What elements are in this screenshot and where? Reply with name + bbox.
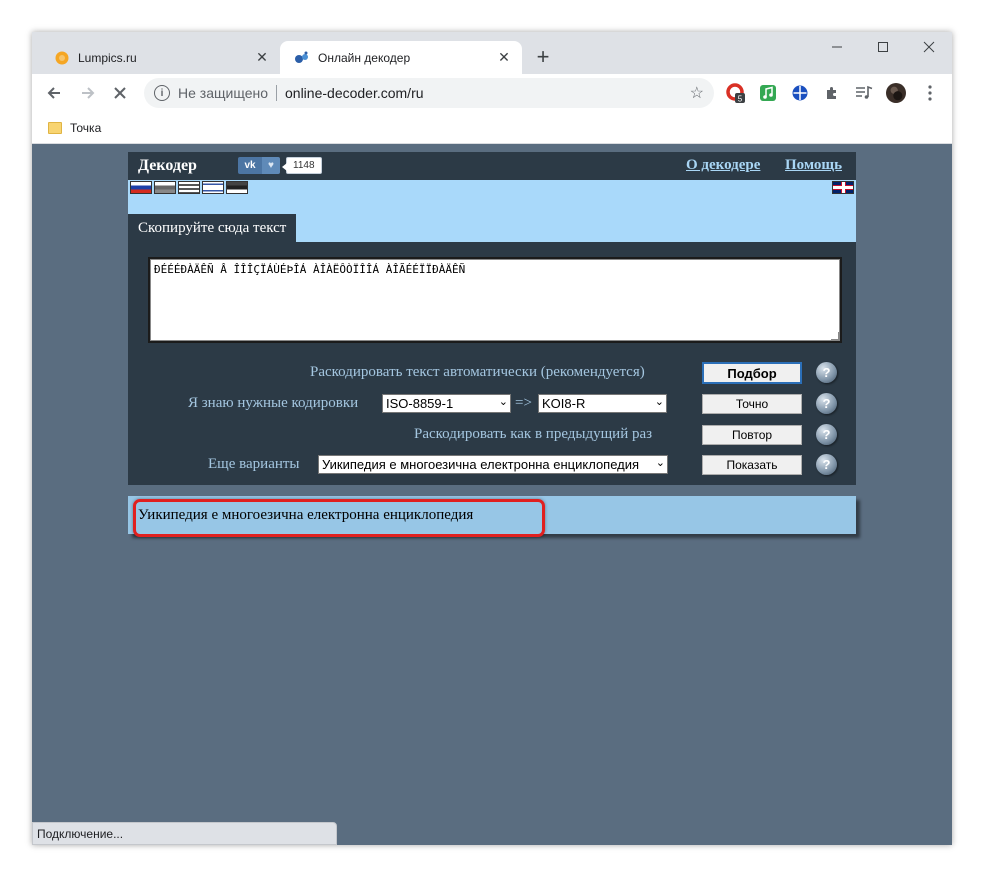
language-flags xyxy=(130,181,248,194)
help-icon[interactable]: ? xyxy=(816,393,837,414)
info-icon[interactable]: i xyxy=(154,85,170,101)
more-variants-row: Еще варианты Уикипедия е многоезична еле… xyxy=(128,453,856,477)
forward-button[interactable] xyxy=(76,81,100,105)
uk-flag-icon[interactable] xyxy=(832,181,854,194)
podbor-button[interactable]: Подбор xyxy=(702,362,802,384)
exact-button[interactable]: Точно xyxy=(702,394,802,414)
svg-text:5: 5 xyxy=(738,95,743,104)
security-label: Не защищено xyxy=(178,85,268,101)
variant-value: Уикипедия е многоезична електронна енцик… xyxy=(322,457,640,472)
repeat-button[interactable]: Повтор xyxy=(702,425,802,445)
help-icon[interactable]: ? xyxy=(816,454,837,475)
help-icon[interactable]: ? xyxy=(816,424,837,445)
url-text[interactable]: online-decoder.com/ru xyxy=(285,85,424,101)
israeli-flag-icon[interactable] xyxy=(202,181,224,194)
source-encoding-value: ISO-8859-1 xyxy=(386,396,454,411)
maximize-button[interactable] xyxy=(860,32,906,62)
target-encoding-select[interactable]: KOI8-R ⌄ xyxy=(538,394,667,413)
decoder-panel: Декодер vk ♥ 1148 О декодере Помощь Скоп… xyxy=(128,152,856,485)
folder-icon xyxy=(48,121,62,134)
media-playlist-icon[interactable] xyxy=(854,83,874,103)
tab-label: Lumpics.ru xyxy=(78,50,137,65)
variants-select[interactable]: Уикипедия е многоезична електронна енцик… xyxy=(318,455,668,474)
russian-flag-icon[interactable] xyxy=(130,181,152,194)
known-encodings-row: Я знаю нужные кодировки ISO-8859-1 ⌄ => … xyxy=(128,392,856,416)
back-button[interactable] xyxy=(42,81,66,105)
about-link[interactable]: О декодере xyxy=(686,157,760,174)
heart-icon: ♥ xyxy=(262,157,280,174)
tab-label: Онлайн декодер xyxy=(318,50,411,65)
chevron-down-icon: ⌄ xyxy=(655,457,665,469)
show-button[interactable]: Показать xyxy=(702,455,802,475)
vpn-extension-icon[interactable] xyxy=(790,83,810,103)
resize-handle[interactable] xyxy=(831,332,839,340)
minimize-button[interactable] xyxy=(814,32,860,62)
decoder-header: Декодер vk ♥ 1148 О декодере Помощь xyxy=(128,152,856,180)
bulgarian-flag-icon[interactable] xyxy=(154,181,176,194)
chevron-down-icon: ⌄ xyxy=(654,396,664,408)
like-count: 1148 xyxy=(282,157,322,174)
status-bar: Подключение... xyxy=(32,822,337,845)
new-tab-button[interactable]: + xyxy=(532,46,554,68)
avatar[interactable] xyxy=(886,83,906,103)
source-encoding-select[interactable]: ISO-8859-1 ⌄ xyxy=(382,394,511,413)
tab-strip: Lumpics.ru ✕ Онлайн декодер ✕ + xyxy=(32,32,952,74)
help-link[interactable]: Помощь xyxy=(785,157,842,174)
opera-extension-icon[interactable]: 5 xyxy=(726,83,746,103)
repeat-label: Раскодировать как в предыдущий раз xyxy=(414,426,653,442)
page-content: Декодер vk ♥ 1148 О декодере Помощь Скоп… xyxy=(32,144,952,845)
input-textarea[interactable]: ÐÉÉÉÐÀÄÊÑ Â ÎÎÎÇÏÁÙÉÞÎÁ ÀÎÀËÔÒÏÎÎÁ ÀÎÃÉÉ… xyxy=(148,257,842,343)
target-encoding-value: KOI8-R xyxy=(542,396,586,411)
page-title[interactable]: Декодер xyxy=(138,157,197,175)
highlight-outline xyxy=(133,499,545,537)
orange-circle-icon xyxy=(54,50,70,66)
estonian-flag-icon[interactable] xyxy=(226,181,248,194)
more-variants-label: Еще варианты xyxy=(208,456,300,472)
browser-toolbar: i Не защищено online-decoder.com/ru ☆ 5 xyxy=(32,74,952,112)
divider xyxy=(276,85,277,101)
language-bar: Скопируйте сюда текст xyxy=(128,180,856,242)
tab-online-decoder[interactable]: Онлайн декодер ✕ xyxy=(280,41,522,74)
address-bar[interactable]: i Не защищено online-decoder.com/ru ☆ xyxy=(144,78,714,108)
puzzle-extensions-icon[interactable] xyxy=(822,83,842,103)
repeat-row: Раскодировать как в предыдущий раз Повто… xyxy=(128,423,856,447)
close-window-button[interactable] xyxy=(906,32,952,62)
music-extension-icon[interactable] xyxy=(758,83,778,103)
help-icon[interactable]: ? xyxy=(816,362,837,383)
chevron-down-icon: ⌄ xyxy=(498,396,508,408)
star-icon[interactable]: ☆ xyxy=(690,83,704,103)
tab-copy-text[interactable]: Скопируйте сюда текст xyxy=(128,214,297,242)
greek-flag-icon[interactable] xyxy=(178,181,200,194)
bookmarks-bar: Точка xyxy=(32,112,952,144)
bookmark-tochka[interactable]: Точка xyxy=(70,121,101,135)
auto-decode-label: Раскодировать текст автоматически (реком… xyxy=(310,364,645,380)
known-encodings-label: Я знаю нужные кодировки xyxy=(188,395,359,411)
stop-loading-button[interactable] xyxy=(108,81,132,105)
menu-dots-icon[interactable] xyxy=(920,83,940,103)
input-text: ÐÉÉÉÐÀÄÊÑ Â ÎÎÎÇÏÁÙÉÞÎÁ ÀÎÀËÔÒÏÎÎÁ ÀÎÃÉÉ… xyxy=(154,263,466,276)
vk-logo-icon: vk xyxy=(238,157,262,174)
conversion-arrow: => xyxy=(515,395,532,411)
browser-window: Lumpics.ru ✕ Онлайн декодер ✕ + i Не защ… xyxy=(32,32,952,845)
decoder-logo-icon xyxy=(294,50,310,66)
vk-like-widget[interactable]: vk ♥ 1148 xyxy=(238,157,322,174)
close-icon[interactable]: ✕ xyxy=(254,49,270,66)
close-icon[interactable]: ✕ xyxy=(496,49,512,66)
status-text: Подключение... xyxy=(37,826,124,841)
tab-lumpics[interactable]: Lumpics.ru ✕ xyxy=(40,41,280,74)
auto-decode-row: Раскодировать текст автоматически (реком… xyxy=(128,361,856,385)
